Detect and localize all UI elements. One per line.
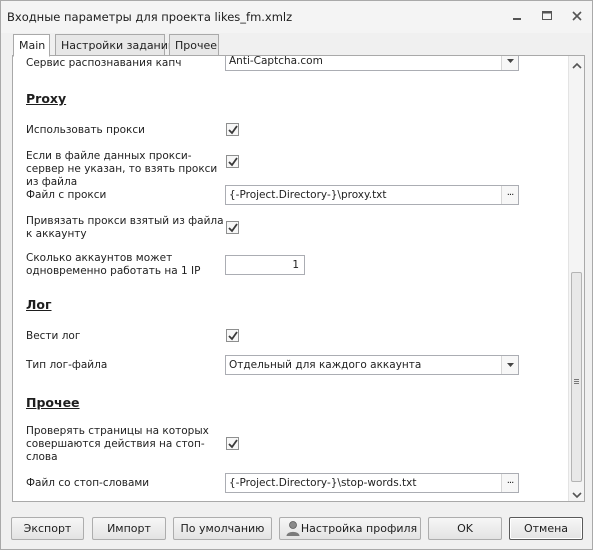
defaults-button[interactable]: По умолчанию [173, 517, 272, 540]
tab-other-label: Прочее [175, 39, 218, 52]
vertical-scrollbar[interactable] [568, 56, 584, 501]
log-type-label: Тип лог-файла [26, 359, 108, 371]
chevron-down-icon[interactable] [501, 356, 518, 374]
accounts-per-ip-value: 1 [292, 259, 299, 271]
checkmark-icon [228, 439, 238, 449]
scrollbar-thumb[interactable] [571, 272, 582, 482]
use-proxy-checkbox[interactable] [226, 123, 239, 136]
ok-button-label: OK [457, 522, 473, 535]
stopwords-file-input[interactable]: {-Project.Directory-}\stop-words.txt ... [225, 473, 519, 493]
cancel-button[interactable]: Отмена [509, 517, 583, 540]
dialog-window: Входные параметры для проекта likes_fm.x… [0, 0, 593, 550]
defaults-button-label: По умолчанию [180, 522, 265, 535]
profile-settings-button-label: Настройка профиля [300, 522, 418, 535]
window-title: Входные параметры для проекта likes_fm.x… [7, 10, 293, 24]
keep-log-checkbox[interactable] [226, 329, 239, 342]
browse-icon[interactable]: ... [501, 474, 518, 492]
accounts-per-ip-input[interactable]: 1 [225, 255, 305, 275]
other-section-title: Прочее [26, 395, 80, 410]
settings-content: Сервис распознавания капч Anti-Captcha.c… [13, 56, 568, 501]
captcha-service-value: Anti-Captcha.com [229, 55, 323, 67]
cancel-button-label: Отмена [523, 522, 569, 535]
ok-button[interactable]: OK [428, 517, 502, 540]
user-profile-icon [285, 520, 301, 537]
title-bar: Входные параметры для проекта likes_fm.x… [1, 1, 592, 33]
proxy-from-file-checkbox[interactable] [226, 155, 239, 168]
settings-panel: Сервис распознавания капч Anti-Captcha.c… [12, 55, 585, 502]
import-button-label: Импорт [107, 522, 151, 535]
accounts-per-ip-label: Сколько аккаунтов может одновременно раб… [26, 252, 201, 277]
checkmark-icon [228, 157, 238, 167]
maximize-icon[interactable] [539, 9, 555, 23]
captcha-service-label: Сервис распознавания капч [26, 57, 182, 69]
tab-main[interactable]: Main [13, 34, 50, 57]
import-button[interactable]: Импорт [92, 517, 166, 540]
stopwords-file-value: {-Project.Directory-}\stop-words.txt [229, 477, 417, 489]
tab-main-label: Main [19, 39, 46, 52]
check-stopwords-label: Проверять страницы на которых совершаютс… [26, 425, 209, 463]
checkmark-icon [228, 125, 238, 135]
proxy-section-title: Proxy [26, 91, 67, 106]
log-type-value: Отдельный для каждого аккаунта [229, 359, 422, 371]
tab-task-settings[interactable]: Настройки заданий [55, 34, 175, 56]
tab-other[interactable]: Прочее [169, 34, 219, 56]
export-button-label: Экспорт [23, 522, 72, 535]
check-stopwords-checkbox[interactable] [226, 437, 239, 450]
proxy-file-value: {-Project.Directory-}\proxy.txt [229, 189, 387, 201]
close-icon[interactable] [569, 9, 585, 23]
proxy-file-input[interactable]: {-Project.Directory-}\proxy.txt ... [225, 185, 519, 205]
chevron-down-icon[interactable] [501, 56, 518, 70]
proxy-from-file-label: Если в файле данных прокси-сервер не ука… [26, 150, 218, 188]
keep-log-label: Вести лог [26, 330, 81, 342]
scroll-up-icon[interactable] [572, 60, 582, 69]
checkmark-icon [228, 331, 238, 341]
log-type-select[interactable]: Отдельный для каждого аккаунта [225, 355, 519, 375]
tab-task-settings-label: Настройки заданий [61, 39, 176, 52]
scroll-down-icon[interactable] [572, 489, 582, 499]
bind-proxy-checkbox[interactable] [226, 221, 239, 234]
log-section-title: Лог [26, 297, 52, 312]
export-button[interactable]: Экспорт [11, 517, 84, 540]
stopwords-file-label: Файл со стоп-словами [26, 477, 150, 489]
use-proxy-label: Использовать прокси [26, 124, 145, 136]
grip-icon [574, 375, 579, 384]
minimize-icon[interactable] [509, 9, 525, 23]
checkmark-icon [228, 223, 238, 233]
profile-settings-button[interactable]: Настройка профиля [279, 517, 421, 540]
captcha-service-select[interactable]: Anti-Captcha.com [225, 55, 519, 71]
browse-icon[interactable]: ... [501, 186, 518, 204]
proxy-file-label: Файл с прокси [26, 189, 107, 201]
bind-proxy-label: Привязать прокси взятый из файла к аккау… [26, 215, 224, 240]
